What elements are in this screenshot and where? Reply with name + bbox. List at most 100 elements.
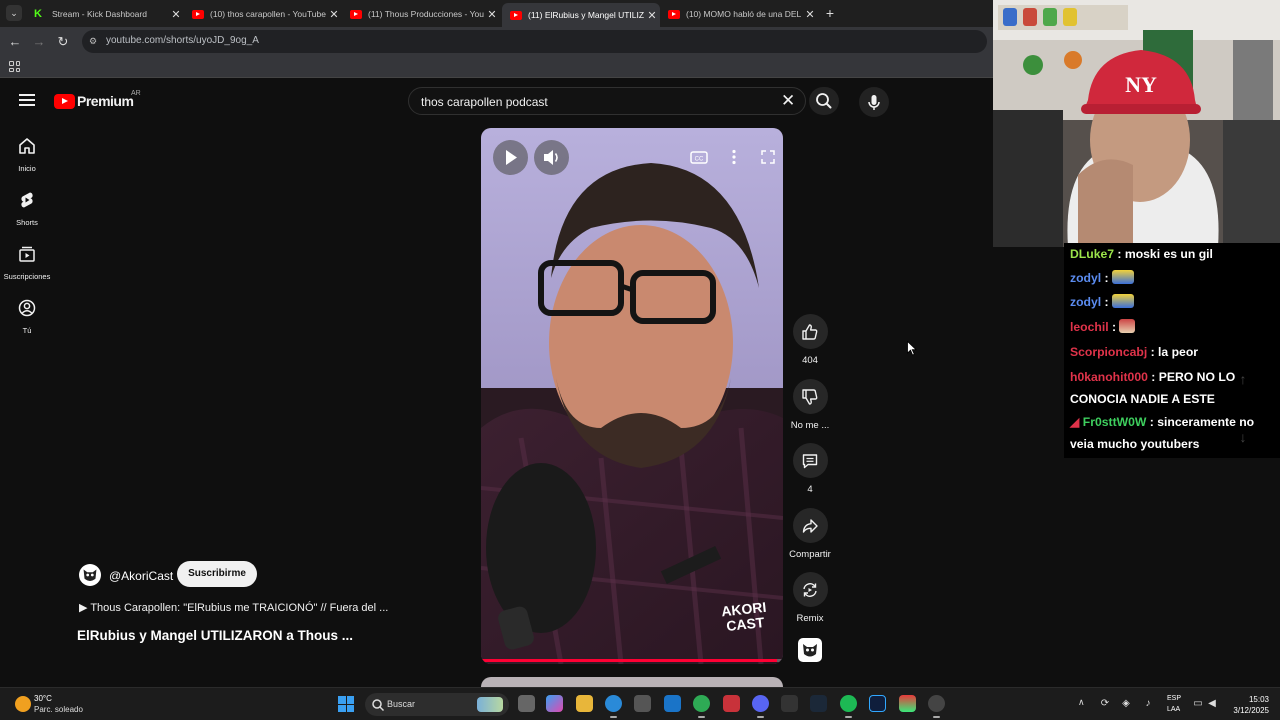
clock-date[interactable]: 3/12/2025 bbox=[1221, 706, 1269, 715]
chat-username[interactable]: zodyl bbox=[1070, 295, 1101, 309]
address-bar[interactable]: ⚙ youtube.com/shorts/uyoJD_9og_A bbox=[82, 30, 987, 53]
scroll-down-arrow-icon[interactable]: ↓ bbox=[1235, 429, 1251, 445]
apps-grid-icon[interactable] bbox=[9, 61, 20, 72]
task-view-icon[interactable] bbox=[518, 695, 535, 712]
volume-button[interactable] bbox=[534, 140, 569, 175]
keyboard-layout[interactable]: LAA bbox=[1167, 706, 1180, 713]
chat-username[interactable]: Fr0sttW0W bbox=[1083, 415, 1147, 429]
clear-search-icon[interactable]: ✕ bbox=[781, 91, 795, 111]
voice-search-button[interactable] bbox=[859, 87, 889, 117]
outlook-icon[interactable] bbox=[664, 695, 681, 712]
chat-username[interactable]: DLuke7 bbox=[1070, 247, 1114, 261]
short-video-player[interactable]: CC AKORI CAST bbox=[481, 128, 783, 664]
subscribe-button[interactable]: Suscribirme bbox=[177, 561, 257, 587]
app-icon[interactable] bbox=[899, 695, 916, 712]
tab-kick-dashboard[interactable]: K Stream - Kick Dashboard ✕ bbox=[26, 4, 184, 24]
tray-overflow-chevron-icon[interactable]: ∧ bbox=[1078, 697, 1085, 708]
channel-avatar[interactable] bbox=[79, 564, 101, 586]
comments-action[interactable]: 4 bbox=[786, 443, 834, 495]
channel-name[interactable]: @AkoriCast bbox=[109, 569, 173, 583]
discord-icon[interactable] bbox=[752, 695, 769, 718]
app-icon[interactable] bbox=[781, 695, 798, 712]
spotify-icon[interactable] bbox=[840, 695, 857, 718]
close-icon[interactable]: ✕ bbox=[168, 8, 184, 21]
chat-username[interactable]: zodyl bbox=[1070, 271, 1101, 285]
search-query[interactable]: thos carapollen podcast bbox=[421, 95, 548, 109]
close-icon[interactable]: ✕ bbox=[484, 8, 500, 21]
chat-text: la peor bbox=[1158, 345, 1199, 359]
url-text[interactable]: youtube.com/shorts/uyoJD_9og_A bbox=[106, 35, 259, 46]
guide-item-home[interactable]: Inicio bbox=[0, 137, 54, 173]
like-button[interactable] bbox=[792, 314, 828, 349]
chat-username[interactable]: leochil bbox=[1070, 320, 1109, 334]
next-short-preview[interactable] bbox=[481, 677, 783, 687]
reload-icon[interactable]: ↻ bbox=[54, 33, 72, 51]
back-arrow-icon[interactable]: ← bbox=[6, 33, 24, 51]
forward-arrow-icon[interactable]: → bbox=[30, 33, 48, 51]
guide-item-shorts[interactable]: Shorts bbox=[0, 191, 54, 227]
edge-browser-icon[interactable] bbox=[605, 695, 622, 718]
photoshop-icon[interactable] bbox=[869, 695, 886, 712]
search-input[interactable]: thos carapollen podcast ✕ bbox=[408, 87, 806, 115]
tab-youtube-search[interactable]: (10) thos carapollen - YouTube ✕ bbox=[184, 4, 342, 24]
short-title: ElRubius y Mangel UTILIZARON a Thous ... bbox=[77, 628, 354, 643]
close-icon[interactable]: ✕ bbox=[326, 8, 342, 21]
remix-action[interactable]: Remix bbox=[786, 572, 834, 624]
close-icon[interactable]: ✕ bbox=[644, 9, 660, 22]
new-tab-plus-icon[interactable]: + bbox=[822, 5, 838, 21]
obs-icon[interactable] bbox=[928, 695, 945, 718]
like-count: 404 bbox=[802, 355, 818, 366]
close-icon[interactable]: ✕ bbox=[802, 8, 818, 21]
play-button[interactable] bbox=[493, 140, 528, 175]
site-info-icon[interactable]: ⚙ bbox=[89, 36, 101, 47]
chat-username[interactable]: h0kanohit000 bbox=[1070, 370, 1148, 384]
channel-avatar-small[interactable] bbox=[798, 638, 822, 662]
hamburger-menu-icon[interactable] bbox=[19, 94, 35, 106]
dislike-action[interactable]: No me ... bbox=[786, 379, 834, 431]
steam-icon[interactable] bbox=[810, 695, 827, 712]
video-editor-icon[interactable] bbox=[723, 695, 740, 712]
language-indicator[interactable]: ESP bbox=[1167, 695, 1181, 702]
store-icon[interactable] bbox=[634, 695, 651, 712]
comments-button[interactable] bbox=[792, 443, 828, 478]
chat-message: leochil : bbox=[1070, 316, 1276, 338]
search-button[interactable] bbox=[809, 87, 839, 115]
scroll-up-arrow-icon[interactable]: ↑ bbox=[1235, 371, 1251, 387]
akori-cast-watermark: AKORI CAST bbox=[720, 598, 768, 634]
tab-search-chevron-icon[interactable]: ⌄ bbox=[6, 5, 22, 21]
more-options-button[interactable] bbox=[723, 146, 745, 168]
weather-temperature[interactable]: 30°C bbox=[34, 694, 52, 703]
copilot-icon[interactable] bbox=[546, 695, 563, 712]
microphone-icon[interactable]: ♪ bbox=[1142, 698, 1154, 710]
progress-bar[interactable] bbox=[481, 659, 783, 662]
chrome-icon[interactable] bbox=[693, 695, 710, 718]
wifi-icon[interactable]: ▭ bbox=[1192, 698, 1204, 710]
share-action[interactable]: Compartir bbox=[786, 508, 834, 560]
tab-momo-video[interactable]: (10) MOMO habló de una DELICADA ✕ bbox=[660, 4, 818, 24]
youtube-premium-logo[interactable]: Premium bbox=[54, 93, 134, 109]
weather-sun-icon[interactable] bbox=[15, 696, 31, 712]
related-video-link[interactable]: ▶ Thous Carapollen: "ElRubius me TRAICIO… bbox=[79, 601, 388, 614]
taskbar-search[interactable]: Buscar bbox=[365, 693, 509, 716]
tab-thous-producciones[interactable]: (11) Thous Producciones - YouTube ✕ bbox=[342, 4, 500, 24]
face-emote bbox=[1119, 319, 1136, 333]
share-button[interactable] bbox=[792, 508, 828, 543]
captions-button[interactable]: CC bbox=[688, 146, 710, 168]
guide-item-you[interactable]: Tú bbox=[0, 299, 54, 335]
windows-start-icon[interactable] bbox=[338, 696, 354, 712]
related-video-title[interactable]: Thous Carapollen: "ElRubius me TRAICIONÓ… bbox=[90, 602, 388, 614]
remix-button[interactable] bbox=[792, 572, 828, 607]
volume-icon[interactable]: ◀ bbox=[1206, 698, 1218, 710]
dislike-button[interactable] bbox=[792, 379, 828, 414]
clock-time[interactable]: 15:03 bbox=[1221, 695, 1269, 704]
network-icon[interactable]: ◈ bbox=[1120, 698, 1132, 710]
tab-current-short[interactable]: (11) ElRubius y Mangel UTILIZARON ✕ bbox=[502, 3, 660, 27]
chat-username[interactable]: Scorpioncabj bbox=[1070, 345, 1147, 359]
sync-icon[interactable]: ⟳ bbox=[1099, 698, 1111, 710]
like-action[interactable]: 404 bbox=[786, 314, 834, 366]
fullscreen-button[interactable] bbox=[757, 146, 779, 168]
guide-item-subscriptions[interactable]: Suscripciones bbox=[0, 245, 54, 281]
you-icon bbox=[18, 299, 36, 317]
weather-description[interactable]: Parc. soleado bbox=[34, 705, 83, 714]
file-explorer-icon[interactable] bbox=[576, 695, 593, 712]
